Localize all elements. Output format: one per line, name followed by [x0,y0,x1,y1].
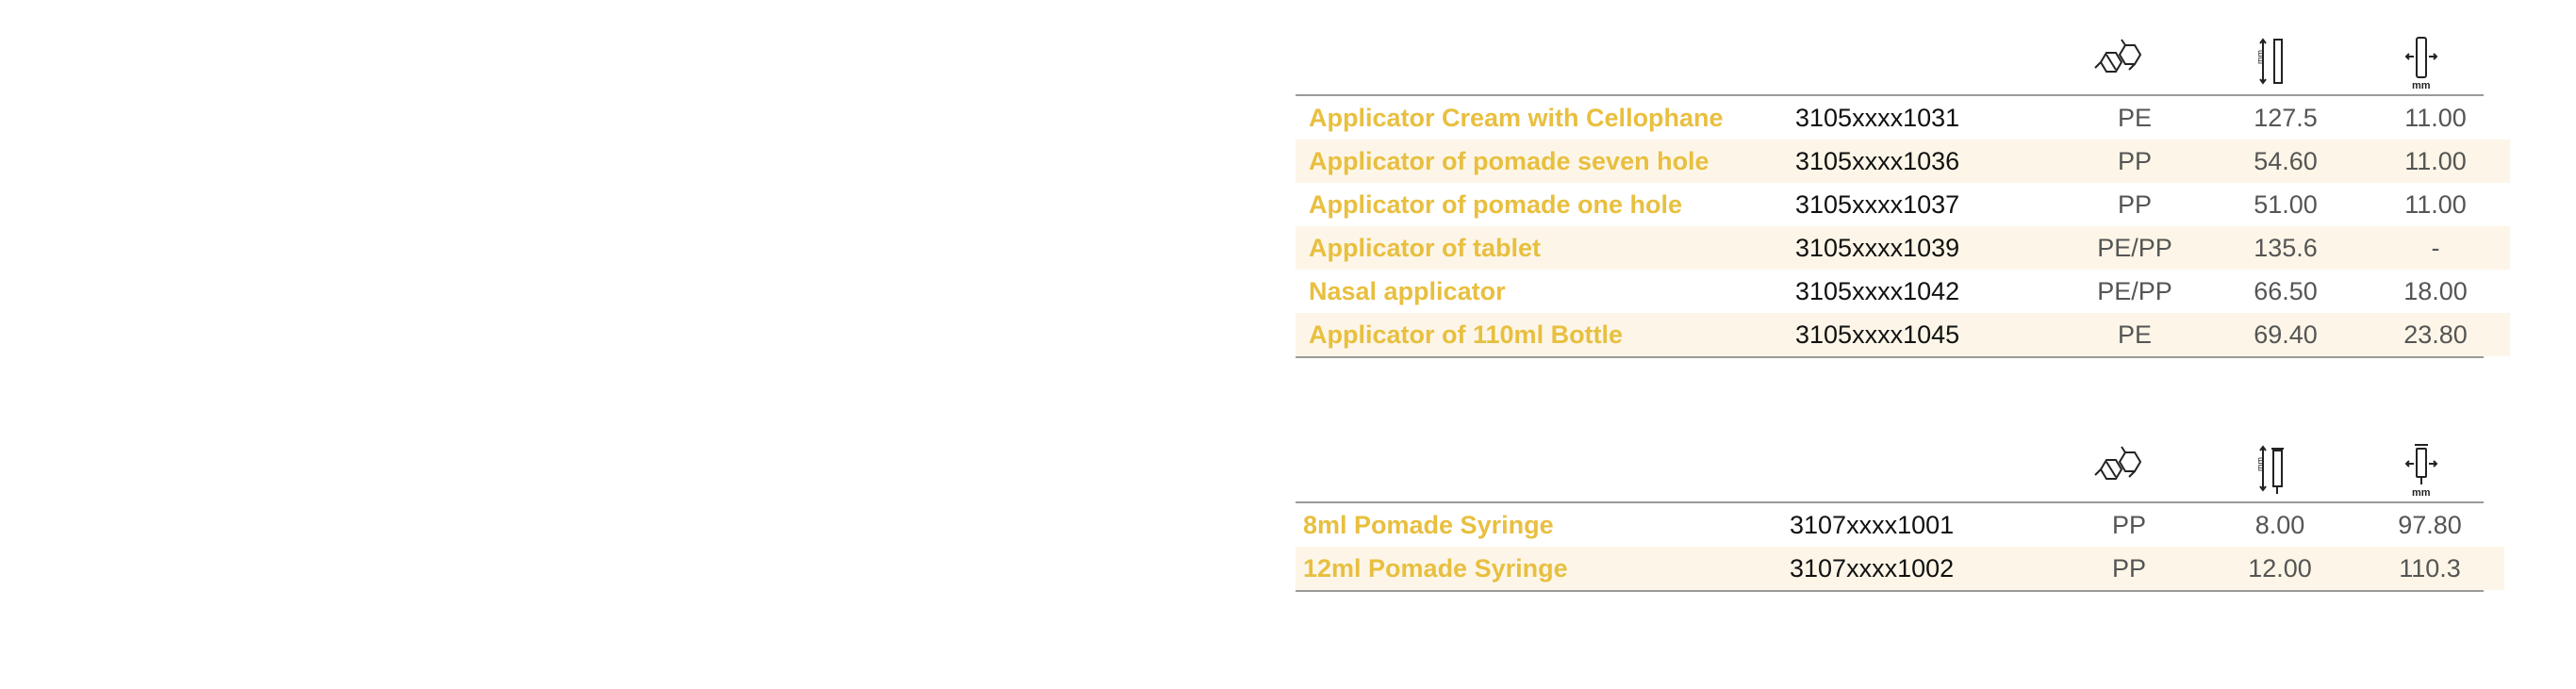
page: mm mm Applicator Cream with Cellophane 3… [0,0,2576,689]
data-table: Applicator Cream with Cellophane 3105xxx… [1296,96,2510,356]
product-length: 66.50 [2254,276,2318,305]
product-material: PE [2117,103,2153,132]
applicators-table: mm mm Applicator Cream with Cellophane 3… [1296,28,2510,358]
product-length: 69.40 [2210,313,2361,356]
product-material: PE/PP [2059,226,2210,270]
product-name: Nasal applicator [1309,276,1506,305]
product-length: 12.00 [2204,547,2355,590]
product-name: Applicator of tablet [1296,226,1795,270]
table-row: Nasal applicator 3105xxxx1042 PE/PP 66.5… [1296,270,2510,313]
footer-rule [1296,356,2484,358]
svg-text:mm: mm [2255,50,2265,64]
table-row: Applicator of pomade one hole 3105xxxx10… [1296,183,2510,226]
product-material: PP [2117,189,2153,219]
product-code: 3105xxxx1045 [1795,313,2059,356]
product-diameter: 11.00 [2404,189,2467,219]
polymer-icon [2088,36,2144,90]
product-code: 3105xxxx1031 [1795,103,1960,132]
product-length: 135.6 [2210,226,2361,270]
product-code: 3105xxxx1037 [1795,189,1960,219]
product-diameter: 11.00 [2404,103,2467,132]
product-length: 8.00 [2254,510,2305,539]
product-material: PP [2111,510,2147,539]
table-row: 8ml Pomade Syringe 3107xxxx1001 PP 8.00 … [1296,503,2504,547]
table-row: Applicator of 110ml Bottle 3105xxxx1045 … [1296,313,2510,356]
table-row: Applicator of pomade seven hole 3105xxxx… [1296,139,2510,183]
table-row: Applicator Cream with Cellophane 3105xxx… [1296,96,2510,139]
product-diameter: 97.80 [2398,510,2462,539]
product-code: 3105xxxx1042 [1795,276,1960,305]
product-name: Applicator of pomade one hole [1309,189,1683,219]
svg-text:mm: mm [2412,487,2431,498]
product-diameter: 18.00 [2403,276,2468,305]
product-code: 3107xxxx1001 [1790,510,1955,539]
svg-text:mm: mm [2255,457,2265,471]
product-diameter: - [2361,226,2510,270]
table-row: 12ml Pomade Syringe 3107xxxx1002 PP 12.0… [1296,547,2504,590]
data-table: 8ml Pomade Syringe 3107xxxx1001 PP 8.00 … [1296,503,2504,590]
table-header-icons: mm mm [1296,28,2484,94]
product-name: Applicator Cream with Cellophane [1309,103,1724,132]
diameter-icon: mm [2393,36,2450,90]
product-name: Applicator of 110ml Bottle [1296,313,1795,356]
table-row: Applicator of tablet 3105xxxx1039 PE/PP … [1296,226,2510,270]
syringes-table: mm mm 8ml Pomade Syringe 3107xxxx1001 PP… [1296,435,2504,592]
product-diameter: 23.80 [2361,313,2510,356]
product-name: 12ml Pomade Syringe [1296,547,1790,590]
product-material: PE [2059,313,2210,356]
table-header-icons: mm mm [1296,435,2484,501]
product-diameter: 11.00 [2361,139,2510,183]
product-material: PP [2059,139,2210,183]
product-code: 3107xxxx1002 [1790,547,2054,590]
product-name: Applicator of pomade seven hole [1296,139,1795,183]
svg-text:mm: mm [2412,80,2431,90]
length-icon: mm [2242,36,2299,90]
product-code: 3105xxxx1036 [1795,139,2059,183]
footer-rule [1296,590,2484,592]
product-length: 54.60 [2210,139,2361,183]
polymer-icon [2088,443,2144,498]
product-diameter: 110.3 [2355,547,2504,590]
product-name: 8ml Pomade Syringe [1303,510,1554,539]
product-length: 127.5 [2254,103,2318,132]
product-code: 3105xxxx1039 [1795,226,2059,270]
syringe-length-icon: mm [2242,443,2299,498]
product-material: PP [2054,547,2204,590]
product-length: 51.00 [2254,189,2318,219]
product-material: PE/PP [2097,276,2172,305]
syringe-diameter-icon: mm [2393,443,2450,498]
